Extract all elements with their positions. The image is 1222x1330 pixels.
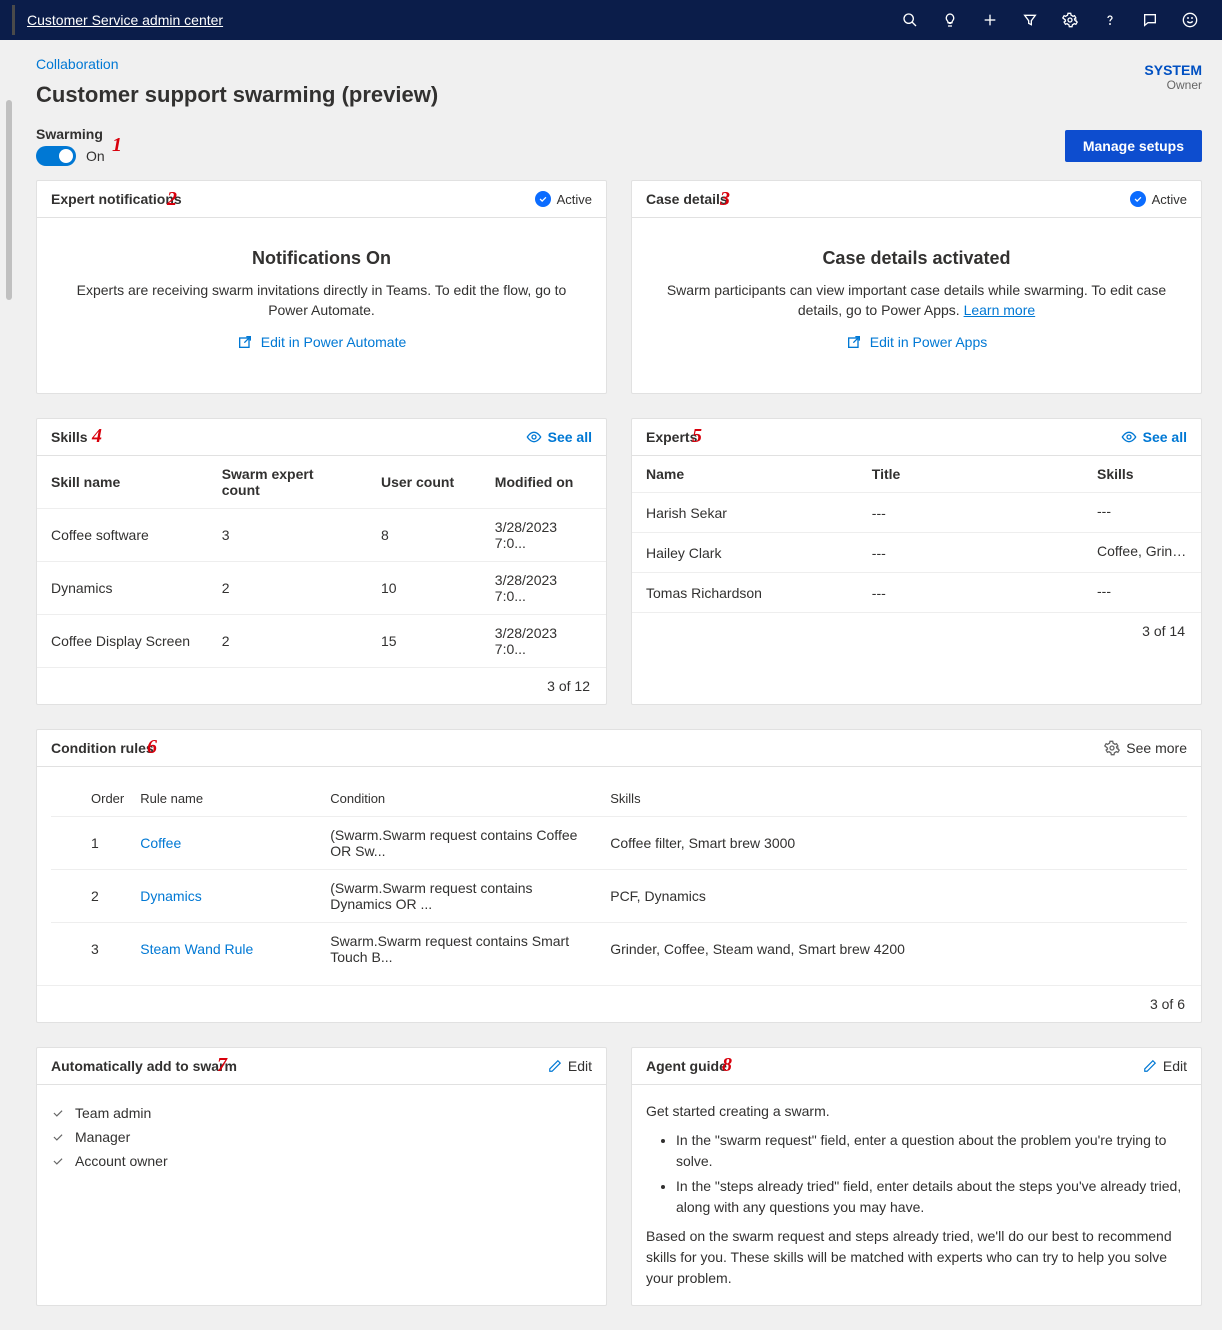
owner-block: SYSTEM Owner (1144, 62, 1202, 92)
expert-notifications-card: 2 Expert notifications Active Notificati… (36, 180, 607, 394)
edit-link[interactable]: Edit (548, 1058, 592, 1074)
table-row[interactable]: 3Steam Wand RuleSwarm.Swarm request cont… (51, 923, 1187, 976)
eye-icon (526, 429, 542, 445)
rules-footer: 3 of 6 (37, 985, 1201, 1022)
idea-icon[interactable] (930, 0, 970, 40)
card-title: Condition rules (51, 740, 154, 756)
list-item: Team admin (51, 1101, 592, 1125)
card-title: Automatically add to swarm (51, 1058, 237, 1074)
skills-card: 4 Skills See all Skill name Swarm expert… (36, 418, 607, 705)
see-more-link[interactable]: See more (1104, 740, 1187, 756)
guide-outro: Based on the swarm request and steps alr… (646, 1226, 1187, 1289)
table-row[interactable]: 2Dynamics(Swarm.Swarm request contains D… (51, 870, 1187, 923)
check-icon (1130, 191, 1146, 207)
filter-icon[interactable] (1010, 0, 1050, 40)
check-icon (51, 1106, 65, 1120)
table-row[interactable]: Coffee software383/28/2023 7:0... (37, 509, 606, 562)
guide-bullet: In the "swarm request" field, enter a qu… (676, 1130, 1187, 1172)
list-item: Manager (51, 1125, 592, 1149)
swarming-state: On (86, 148, 105, 164)
card-title: Agent guide (646, 1058, 727, 1074)
rule-link[interactable]: Dynamics (140, 888, 201, 904)
card-heading: Notifications On (61, 248, 582, 269)
edit-power-automate-link[interactable]: Edit in Power Automate (237, 334, 407, 350)
page-title: Customer support swarming (preview) (36, 82, 1222, 108)
experts-card: 5 Experts See all Name Title Skills Hari… (631, 418, 1202, 705)
learn-more-link[interactable]: Learn more (964, 302, 1036, 318)
check-icon (51, 1130, 65, 1144)
pencil-icon (548, 1059, 562, 1073)
rule-link[interactable]: Coffee (140, 835, 181, 851)
table-row[interactable]: Dynamics2103/28/2023 7:0... (37, 562, 606, 615)
app-title[interactable]: Customer Service admin center (27, 12, 223, 28)
owner-role: Owner (1144, 78, 1202, 92)
table-row[interactable]: Coffee Display Screen2153/28/2023 7:0... (37, 615, 606, 668)
rules-table: Order Rule name Condition Skills 1Coffee… (51, 781, 1187, 975)
card-title: Expert notifications (51, 191, 182, 207)
search-icon[interactable] (890, 0, 930, 40)
smile-icon[interactable] (1170, 0, 1210, 40)
rule-link[interactable]: Steam Wand Rule (140, 941, 253, 957)
status-badge: Active (535, 191, 592, 207)
card-title: Case details (646, 191, 728, 207)
check-icon (51, 1154, 65, 1168)
guide-bullet: In the "steps already tried" field, ente… (676, 1176, 1187, 1218)
table-row[interactable]: Harish Sekar------ (632, 493, 1201, 533)
scrollbar[interactable] (0, 96, 16, 1330)
card-heading: Case details activated (656, 248, 1177, 269)
gear-icon (1104, 740, 1120, 756)
auto-swarm-card: 7 Automatically add to swarm Edit Team a… (36, 1047, 607, 1306)
experts-footer: 3 of 14 (632, 612, 1201, 649)
see-all-link[interactable]: See all (1121, 429, 1187, 445)
swarming-label: Swarming (36, 126, 105, 142)
appbar-divider (12, 5, 15, 35)
annotation-1: 1 (112, 134, 122, 157)
list-item: Account owner (51, 1149, 592, 1173)
table-row[interactable]: Tomas Richardson------ (632, 573, 1201, 613)
edit-power-apps-link[interactable]: Edit in Power Apps (846, 334, 988, 350)
card-desc: Swarm participants can view important ca… (656, 281, 1177, 320)
guide-intro: Get started creating a swarm. (646, 1101, 1187, 1122)
gear-icon[interactable] (1050, 0, 1090, 40)
add-icon[interactable] (970, 0, 1010, 40)
skills-footer: 3 of 12 (37, 667, 606, 704)
owner-name[interactable]: SYSTEM (1144, 62, 1202, 78)
swarming-toggle[interactable] (36, 146, 76, 166)
check-icon (535, 191, 551, 207)
chat-icon[interactable] (1130, 0, 1170, 40)
manage-setups-button[interactable]: Manage setups (1065, 130, 1202, 162)
pencil-icon (1143, 1059, 1157, 1073)
edit-link[interactable]: Edit (1143, 1058, 1187, 1074)
table-row[interactable]: 1Coffee(Swarm.Swarm request contains Cof… (51, 817, 1187, 870)
eye-icon (1121, 429, 1137, 445)
help-icon[interactable] (1090, 0, 1130, 40)
card-title: Experts (646, 429, 697, 445)
app-bar: Customer Service admin center (0, 0, 1222, 40)
see-all-link[interactable]: See all (526, 429, 592, 445)
table-row[interactable]: Hailey Clark---Coffee, Grinder, ... (632, 533, 1201, 573)
agent-guide-card: 8 Agent guide Edit Get started creating … (631, 1047, 1202, 1306)
breadcrumb[interactable]: Collaboration (36, 56, 1222, 72)
open-icon (846, 334, 862, 350)
card-title: Skills (51, 429, 88, 445)
card-desc: Experts are receiving swarm invitations … (61, 281, 582, 320)
condition-rules-card: 6 Condition rules See more Order Rule na… (36, 729, 1202, 1023)
open-icon (237, 334, 253, 350)
experts-table: Name Title Skills Harish Sekar------ Hai… (632, 456, 1201, 612)
case-details-card: 3 Case details Active Case details activ… (631, 180, 1202, 394)
skills-table: Skill name Swarm expert count User count… (37, 456, 606, 667)
status-badge: Active (1130, 191, 1187, 207)
